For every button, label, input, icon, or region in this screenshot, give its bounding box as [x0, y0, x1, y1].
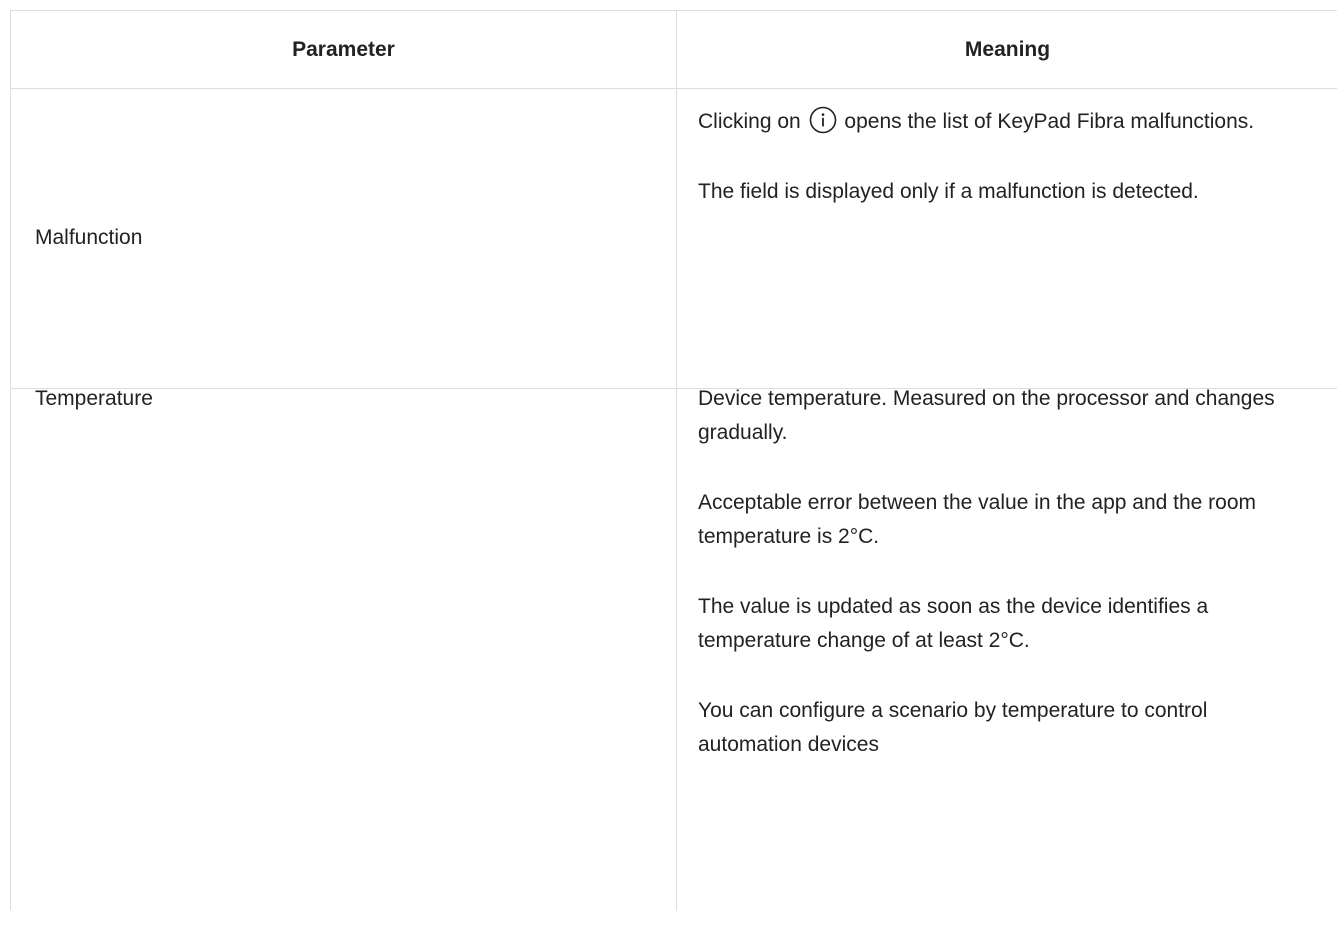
parameter-temperature: Temperature [35, 387, 153, 410]
meaning-malfunction: Clicking on opens the list of KeyPad Fib… [698, 105, 1308, 245]
meaning-text: Clicking on [698, 110, 801, 133]
meaning-paragraph: The value is updated as soon as the devi… [698, 595, 1209, 652]
meaning-paragraph: You can configure a scenario by temperat… [698, 699, 1208, 756]
meaning-paragraph: The field is displayed only if a malfunc… [698, 180, 1199, 203]
parameters-table: Parameter Meaning Malfunction Clicking o… [10, 10, 1337, 911]
header-parameter: Parameter [292, 38, 395, 61]
meaning-paragraph: Device temperature. Measured on the proc… [698, 387, 1275, 444]
table-header-row: Parameter Meaning [11, 11, 1337, 89]
table-row: Malfunction Clicking on opens the list o… [11, 89, 1337, 389]
meaning-paragraph: Acceptable error between the value in th… [698, 491, 1257, 548]
meaning-paragraph: Clicking on opens the list of KeyPad Fib… [698, 105, 1308, 139]
meaning-temperature: Device temperature. Measured on the proc… [698, 382, 1308, 798]
info-circle-icon[interactable] [809, 106, 837, 134]
header-meaning: Meaning [964, 38, 1051, 61]
parameter-malfunction: Malfunction [35, 226, 143, 249]
meaning-text: opens the list of KeyPad Fibra malfuncti… [844, 110, 1255, 133]
table-row: Temperature Device temperature. Measured… [11, 387, 1337, 929]
